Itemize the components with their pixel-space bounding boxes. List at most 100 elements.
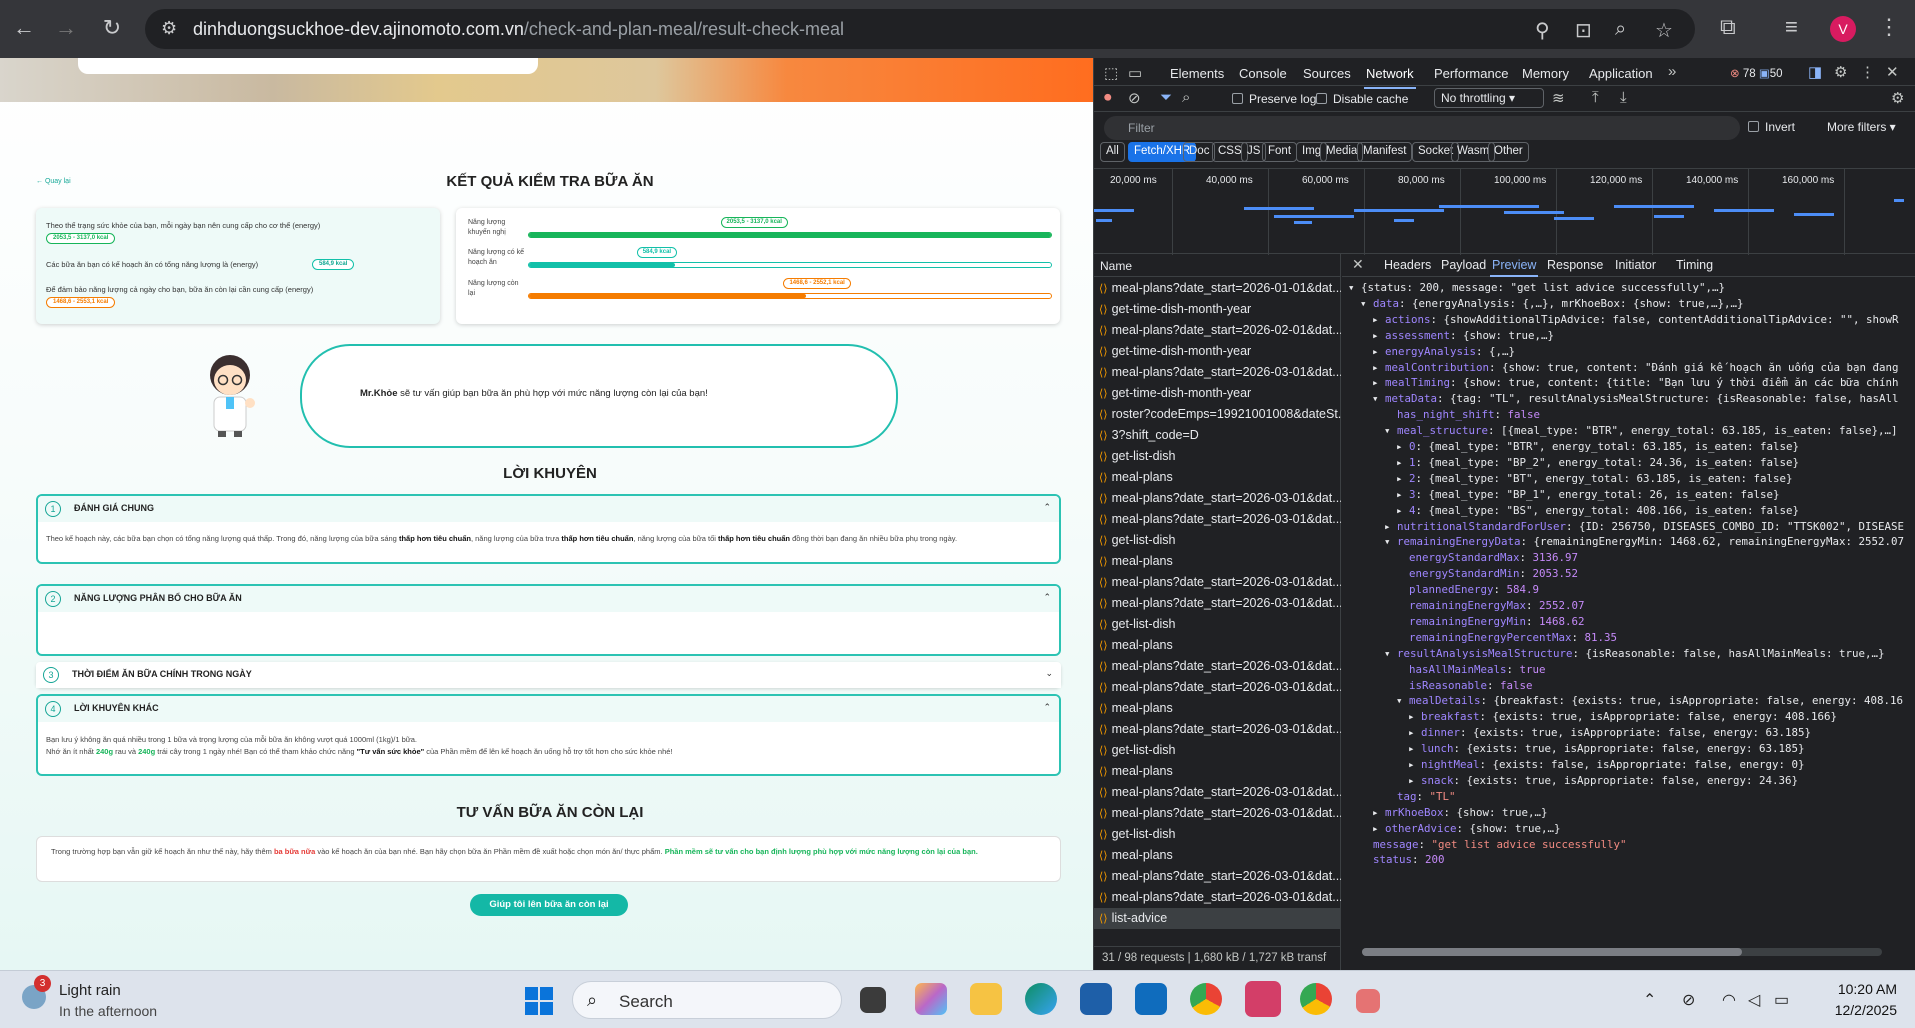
address-bar[interactable]: ⚙ dinhduongsuckhoe-dev.ajinomoto.com.vn /… — [145, 9, 1695, 49]
bookmark-star-icon[interactable]: ☆ — [1655, 18, 1673, 43]
expand-arrow-icon[interactable]: ▾ — [1384, 647, 1397, 660]
chevron-up-icon[interactable]: ⌃ — [1043, 502, 1051, 513]
expand-arrow-icon[interactable]: ▸ — [1408, 742, 1421, 755]
more-filters-dropdown[interactable]: More filters ▾ — [1827, 120, 1896, 134]
expand-arrow-icon[interactable]: ▸ — [1396, 456, 1409, 469]
json-tree-line[interactable]: ▸ energyAnalysis: {,…} — [1372, 344, 1515, 360]
json-tree-line[interactable]: ▸ snack: {exists: true, isAppropriate: f… — [1408, 773, 1798, 789]
show-hidden-icons-chevron-icon[interactable]: ⌃ — [1643, 990, 1656, 1010]
json-tree-line[interactable]: ▸ 0: {meal_type: "BTR", energy_total: 63… — [1396, 439, 1799, 455]
json-tree-line[interactable]: ▸ 4: {meal_type: "BS", energy_total: 408… — [1396, 503, 1799, 519]
expand-arrow-icon[interactable]: ▸ — [1384, 520, 1397, 533]
network-request-row[interactable]: ⟨⟩ meal-plans?date_start=2026-03-01&dat..… — [1094, 593, 1341, 614]
file-explorer-icon[interactable] — [970, 983, 1002, 1015]
settings-gear-icon[interactable]: ⚙ — [1834, 63, 1847, 81]
devtools-tab-application[interactable]: Application — [1589, 66, 1653, 81]
network-request-row[interactable]: ⟨⟩ meal-plans — [1094, 635, 1341, 656]
detail-tab-payload[interactable]: Payload — [1441, 258, 1486, 272]
network-request-row[interactable]: ⟨⟩ meal-plans?date_start=2026-03-01&dat..… — [1094, 719, 1341, 740]
help-plan-remaining-meals-button[interactable]: Giúp tôi lên bữa ăn còn lại — [470, 894, 628, 916]
throttling-select[interactable]: No throttling ▾ — [1434, 88, 1544, 108]
network-request-row[interactable]: ⟨⟩ meal-plans?date_start=2026-03-01&dat..… — [1094, 803, 1341, 824]
devtools-tab-elements[interactable]: Elements — [1170, 66, 1224, 81]
active-app-icon[interactable] — [1245, 981, 1281, 1017]
ai-assistant-icon[interactable]: ◨ — [1808, 63, 1822, 81]
json-tree-line[interactable]: ▸ dinner: {exists: true, isAppropriate: … — [1408, 725, 1811, 741]
json-tree-line[interactable]: ▸ nightMeal: {exists: false, isAppropria… — [1408, 757, 1805, 773]
invert-checkbox[interactable]: Invert — [1748, 120, 1795, 134]
expand-arrow-icon[interactable]: ▸ — [1408, 726, 1421, 739]
network-request-row[interactable]: ⟨⟩ meal-plans?date_start=2026-03-01&dat..… — [1094, 362, 1341, 383]
network-request-row[interactable]: ⟨⟩ get-list-dish — [1094, 446, 1341, 467]
network-request-row[interactable]: ⟨⟩ meal-plans?date_start=2026-03-01&dat..… — [1094, 572, 1341, 593]
devtools-tab-performance[interactable]: Performance — [1434, 66, 1508, 81]
task-view-icon[interactable] — [860, 987, 886, 1013]
expand-arrow-icon[interactable]: ▸ — [1396, 440, 1409, 453]
expand-arrow-icon[interactable]: ▾ — [1360, 297, 1373, 310]
chevron-up-icon[interactable]: ⌃ — [1043, 592, 1051, 603]
expand-arrow-icon[interactable]: ▸ — [1408, 758, 1421, 771]
network-request-row[interactable]: ⟨⟩ get-list-dish — [1094, 614, 1341, 635]
json-tree-line[interactable]: ▸ 3: {meal_type: "BP_1", energy_total: 2… — [1396, 487, 1780, 503]
devtools-tab-console[interactable]: Console — [1239, 66, 1287, 81]
expand-arrow-icon[interactable]: ▸ — [1408, 710, 1421, 723]
weather-title[interactable]: Light rain — [59, 982, 121, 999]
clock-time[interactable]: 10:20 AM — [1827, 981, 1897, 997]
json-tree-line[interactable]: ▸ otherAdvice: {show: true,…} — [1372, 821, 1561, 837]
expand-arrow-icon[interactable]: ▸ — [1396, 504, 1409, 517]
section-header[interactable]: 4 LỜI KHUYÊN KHÁC ⌃ — [38, 696, 1059, 722]
horizontal-scrollbar[interactable] — [1362, 948, 1882, 956]
chevron-up-icon[interactable]: ⌃ — [1043, 702, 1051, 713]
windows-start-icon[interactable] — [525, 987, 553, 1015]
expand-arrow-icon[interactable]: ▸ — [1372, 376, 1385, 389]
network-settings-icon[interactable]: ⚙ — [1891, 89, 1904, 107]
network-request-row[interactable]: ⟨⟩ meal-plans?date_start=2026-03-01&dat..… — [1094, 782, 1341, 803]
network-request-row[interactable]: ⟨⟩ meal-plans?date_start=2026-03-01&dat..… — [1094, 488, 1341, 509]
site-settings-icon[interactable]: ⚙ — [161, 18, 177, 39]
devtools-tab-memory[interactable]: Memory — [1522, 66, 1569, 81]
detail-tab-preview[interactable]: Preview — [1489, 258, 1539, 277]
chrome-profile-icon[interactable] — [1190, 983, 1222, 1015]
copilot-icon[interactable] — [915, 983, 947, 1015]
close-devtools-icon[interactable]: ✕ — [1886, 63, 1899, 81]
clock-date[interactable]: 12/2/2025 — [1827, 1002, 1897, 1018]
json-tree-line[interactable]: ▸ 1: {meal_type: "BP_2", energy_total: 2… — [1396, 455, 1799, 471]
section-header[interactable]: 2 NĂNG LƯỢNG PHÂN BỔ CHO BỮA ĂN ⌃ — [38, 586, 1059, 612]
expand-arrow-icon[interactable]: ▸ — [1372, 822, 1385, 835]
zoom-icon[interactable]: ⌕ — [1615, 18, 1626, 41]
search-icon[interactable]: ⌕ — [1182, 89, 1190, 106]
expand-arrow-icon[interactable]: ▾ — [1396, 694, 1409, 707]
network-request-row[interactable]: ⟨⟩ get-time-dish-month-year — [1094, 383, 1341, 404]
expand-arrow-icon[interactable]: ▾ — [1348, 281, 1361, 294]
expand-arrow-icon[interactable]: ▸ — [1372, 806, 1385, 819]
expand-arrow-icon[interactable]: ▾ — [1384, 535, 1397, 548]
expand-arrow-icon[interactable]: ▸ — [1396, 488, 1409, 501]
network-request-row[interactable]: ⟨⟩ get-list-dish — [1094, 740, 1341, 761]
json-tree-line[interactable]: ▾ meal_structure: [{meal_type: "BTR", en… — [1384, 423, 1898, 439]
network-request-row[interactable]: ⟨⟩ meal-plans — [1094, 845, 1341, 866]
import-har-icon[interactable]: ⤒ — [1592, 89, 1599, 106]
profile-avatar[interactable]: V — [1830, 16, 1856, 42]
json-tree-line[interactable]: ▾ {status: 200, message: "get list advic… — [1348, 280, 1725, 296]
network-request-row[interactable]: ⟨⟩ meal-plans?date_start=2026-03-01&dat..… — [1094, 509, 1341, 530]
network-request-row[interactable]: ⟨⟩ meal-plans — [1094, 761, 1341, 782]
type-filter-all[interactable]: All — [1100, 142, 1125, 162]
more-tabs-icon[interactable]: » — [1668, 63, 1676, 80]
scrollbar-thumb[interactable] — [1362, 948, 1742, 956]
network-request-row[interactable]: ⟨⟩ get-list-dish — [1094, 530, 1341, 551]
expand-arrow-icon[interactable]: ▸ — [1396, 472, 1409, 485]
network-request-row[interactable]: ⟨⟩ meal-plans?date_start=2026-02-01&dat..… — [1094, 320, 1341, 341]
json-tree-line[interactable]: ▸ 2: {meal_type: "BT", energy_total: 63.… — [1396, 471, 1793, 487]
close-detail-icon[interactable]: ✕ — [1352, 256, 1364, 273]
json-tree-line[interactable]: ▸ nutritionalStandardForUser: {ID: 25675… — [1384, 519, 1904, 535]
devtools-menu-icon[interactable]: ⋮ — [1860, 63, 1875, 81]
network-request-row[interactable]: ⟨⟩ meal-plans?date_start=2026-03-01&dat..… — [1094, 677, 1341, 698]
expand-arrow-icon[interactable]: ▾ — [1372, 392, 1385, 405]
battery-icon[interactable]: ▭ — [1774, 990, 1789, 1010]
filter-funnel-icon[interactable]: ⏷ — [1160, 89, 1172, 106]
devtools-tab-sources[interactable]: Sources — [1303, 66, 1351, 81]
weather-subtitle[interactable]: In the afternoon — [59, 1003, 157, 1019]
json-tree-line[interactable]: ▾ metaData: {tag: "TL", resultAnalysisMe… — [1372, 391, 1899, 407]
export-har-icon[interactable]: ⤓ — [1620, 89, 1627, 106]
type-filter-other[interactable]: Other — [1488, 142, 1529, 162]
